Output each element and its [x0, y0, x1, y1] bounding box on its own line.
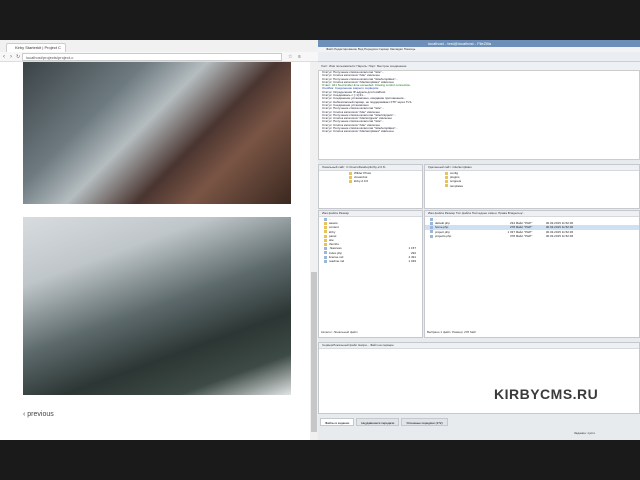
folder-icon: [445, 184, 448, 188]
star-icon[interactable]: ☆: [288, 52, 292, 62]
remote-tree-pane[interactable]: Удаленный сайт: /site/templates config pl…: [424, 164, 640, 209]
browser-toolbar: ‹ › ↻ localhost/projects/project-c ☆ ≡: [0, 52, 318, 62]
filezilla-toolbar[interactable]: [318, 52, 640, 62]
queue-tab[interactable]: Неудавшиеся передачи: [356, 418, 400, 426]
remote-tree-folder[interactable]: templates: [425, 184, 639, 188]
browser-scrollbar[interactable]: [310, 62, 318, 440]
queue-status: Задание: пусто: [574, 431, 596, 435]
scrollbar-thumb[interactable]: [311, 272, 317, 432]
file-icon: [324, 259, 327, 263]
reload-icon[interactable]: ↻: [16, 52, 20, 62]
file-icon: [430, 226, 433, 230]
browser-window: Kirby Starterkit | Project C ‹ › ↻ local…: [0, 40, 318, 440]
file-icon: [324, 247, 327, 251]
folder-icon: [349, 180, 352, 184]
project-photo-mountain: [23, 217, 291, 395]
project-photo-coast: [23, 62, 291, 204]
remote-file-list[interactable]: Имя файла Размер Тип файла Последнее изм…: [424, 210, 640, 338]
menu-icon[interactable]: ≡: [298, 52, 301, 62]
local-status-text: Каталог: Локальный файл: [321, 330, 358, 334]
filezilla-window: localhost - test@localhost - FileZilla Ф…: [318, 40, 640, 440]
browser-tab-bar: Kirby Starterkit | Project C: [0, 40, 318, 52]
message-log: Статус: Получение списка каталогов "/sit…: [318, 70, 640, 160]
local-file-row[interactable]: readme.md 1 049: [319, 259, 422, 263]
screen: Kirby Starterkit | Project C ‹ › ↻ local…: [0, 0, 640, 480]
local-file-list[interactable]: Имя файла Размер .. assets content kirby pan…: [318, 210, 423, 338]
browser-tab[interactable]: Kirby Starterkit | Project C: [6, 43, 66, 52]
previous-link[interactable]: ‹ previous: [23, 411, 54, 418]
file-icon: [430, 234, 433, 238]
transfer-queue[interactable]: Сервер/Локальный файл Напра... Файл на с…: [318, 342, 640, 414]
queue-tabs: Файлы в задании Неудавшиеся передачи Успеш…: [320, 418, 448, 426]
local-tree-pane[interactable]: Локальный сайт: C:\Users\Desktop\kirby-2…: [318, 164, 423, 209]
web-page: ‹ previous: [0, 62, 310, 440]
remote-file-row[interactable]: projects.php 378 Файл "PHP" 30.03.2015 11:…: [425, 234, 639, 238]
queue-tab[interactable]: Файлы в задании: [320, 418, 355, 426]
watermark-text: KIRBYCMS.RU: [494, 386, 599, 402]
file-icon: [430, 230, 433, 234]
queue-header: Сервер/Локальный файл Напра... Файл на с…: [319, 343, 639, 349]
remote-status-text: Выбрано 1 файл. Размер: 278 байт: [427, 330, 477, 334]
file-icon: [324, 251, 327, 255]
folder-icon: [445, 180, 448, 184]
back-icon[interactable]: ‹: [3, 52, 5, 62]
queue-tab[interactable]: Успешные передачи (172): [401, 418, 448, 426]
folder-icon: [324, 230, 327, 234]
filezilla-titlebar: localhost - test@localhost - FileZilla: [318, 40, 640, 47]
address-bar[interactable]: localhost/projects/project-c: [22, 53, 282, 61]
local-tree-folder[interactable]: kirby-2.0.6: [319, 179, 422, 183]
forward-icon[interactable]: ›: [10, 52, 12, 62]
quickconnect-bar[interactable]: Хост: Имя пользователя: Пароль: Порт: Бы…: [318, 62, 640, 70]
folder-icon: [324, 226, 327, 230]
log-line: Статус: Список каталогов "/site/template…: [322, 129, 394, 134]
